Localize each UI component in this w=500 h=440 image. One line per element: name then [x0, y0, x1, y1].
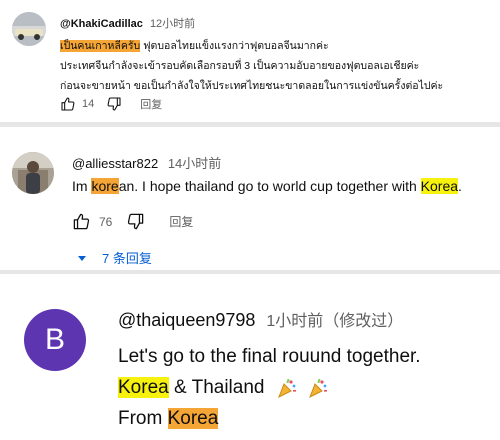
comment-handle[interactable]: @thaiqueen9798 1小时前（修改过） [118, 307, 403, 331]
highlighted-text: เป็นคนเกาหลีครับ [60, 40, 141, 52]
replies-label[interactable]: 7 条回复 [102, 248, 152, 267]
avatar[interactable]: B [24, 309, 86, 371]
comment-line-3: From Korea [118, 403, 421, 434]
thumbs-up-icon [61, 97, 75, 111]
timestamp[interactable]: 14小时前 [168, 156, 221, 171]
comment-handle[interactable]: @alliesstar822 14小时前 [72, 153, 221, 172]
like-count: 14 [82, 98, 95, 110]
text-segment: . [458, 178, 462, 194]
highlighted-text: Korea [420, 178, 459, 194]
timestamp[interactable]: 1小时前（修改过） [266, 313, 403, 330]
avatar[interactable] [12, 12, 46, 46]
highlighted-text: kore [91, 178, 119, 194]
text-segment: & Thailand [168, 377, 265, 398]
reply-button[interactable]: 回复 [169, 213, 193, 230]
thumbs-down-icon [107, 97, 121, 111]
like-button[interactable] [60, 96, 76, 112]
like-button[interactable] [72, 212, 91, 231]
thumbs-down-icon [128, 213, 144, 230]
party-popper-icon [309, 378, 328, 399]
party-popper-icon [277, 378, 296, 399]
avatar[interactable] [12, 152, 54, 194]
text-segment: From [118, 408, 168, 429]
comment-1: @KhakiCadillac 12小时前 เป็นคนเกาหลีครับ ฟุ… [0, 0, 500, 122]
comment-2: @alliesstar822 14小时前 Im korean. I hope t… [0, 127, 500, 270]
text-segment: Im [72, 178, 92, 194]
comment-line-1: Let's go to the final rouund together. [118, 346, 421, 367]
comment-3: B @thaiqueen9798 1小时前（修改过） Let's go to t… [0, 274, 500, 440]
reply-button[interactable]: 回复 [140, 96, 162, 112]
comment-line-2: ประเทศจีนกำลังจะเข้ารอบคัดเลือกรอบที่ 3 … [60, 60, 420, 72]
comment-line-1: เป็นคนเกาหลีครับ ฟุตบอลไทยแข็งแรงกว่าฟุต… [60, 36, 443, 56]
view-replies-button[interactable]: 7 条回复 [76, 248, 152, 267]
like-count: 76 [99, 214, 113, 229]
timestamp[interactable]: 12小时前 [150, 18, 195, 30]
highlighted-text: Korea [118, 377, 169, 398]
comment-actions: 76 回复 [72, 212, 193, 231]
comment-text: Let's go to the final rouund together. K… [118, 341, 421, 434]
thumbs-up-icon [73, 213, 90, 230]
handle-text[interactable]: @thaiqueen9798 [118, 310, 255, 330]
handle-text[interactable]: @KhakiCadillac [60, 18, 143, 30]
comment-actions: 14 回复 [60, 96, 162, 112]
comment-line-2: Korea & Thailand [118, 372, 421, 403]
dislike-button[interactable] [126, 212, 145, 231]
comment-line-3: ก่อนจะขายหน้า ขอเป็นกำลังใจให้ประเทศไทยช… [60, 80, 444, 92]
comment-text: เป็นคนเกาหลีครับ ฟุตบอลไทยแข็งแรงกว่าฟุต… [60, 36, 443, 96]
line-text: ฟุตบอลไทยแข็งแรงกว่าฟุตบอลจีนมากค่ะ [140, 40, 329, 52]
handle-text[interactable]: @alliesstar822 [72, 156, 158, 171]
dislike-button[interactable] [106, 96, 122, 112]
caret-down-icon [78, 255, 86, 261]
comment-text: Im korean. I hope thailand go to world c… [72, 176, 462, 196]
comment-handle[interactable]: @KhakiCadillac 12小时前 [60, 15, 195, 31]
highlighted-text: Korea [167, 408, 219, 429]
text-segment: an. I hope thailand go to world cup toge… [118, 178, 421, 194]
avatar-letter: B [44, 323, 65, 356]
